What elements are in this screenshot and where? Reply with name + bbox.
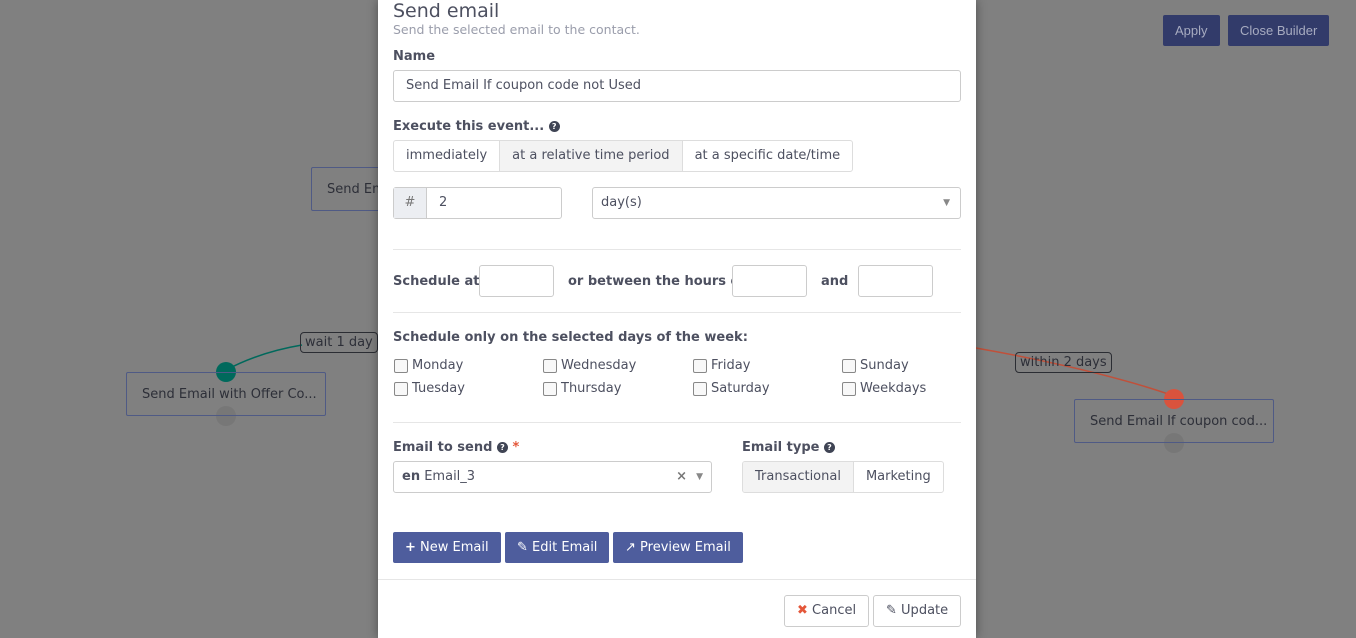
help-icon[interactable]: ? <box>548 121 560 132</box>
edge-label[interactable]: wait 1 day <box>300 332 378 353</box>
option-specific-date[interactable]: at a specific date/time <box>683 141 853 171</box>
canvas-node[interactable]: Send Email If coupon cod... <box>1074 399 1274 443</box>
option-relative[interactable]: at a relative time period <box>500 141 683 171</box>
required-marker: * <box>512 440 520 455</box>
email-type-label: Email type ? <box>742 440 835 455</box>
day-friday[interactable]: Friday <box>693 358 750 373</box>
day-wednesday[interactable]: Wednesday <box>543 358 636 373</box>
canvas-node[interactable]: Send Email with Offer Co... <box>126 372 326 416</box>
and-label: and <box>821 274 849 289</box>
interval-unit-select[interactable]: day(s) ▼ <box>592 187 961 219</box>
close-builder-button[interactable]: Close Builder <box>1228 15 1330 46</box>
type-transactional[interactable]: Transactional <box>743 462 854 492</box>
execute-segment: immediately at a relative time period at… <box>393 140 854 172</box>
interval-input[interactable]: # 2 <box>393 187 562 219</box>
hash-addon: # <box>394 188 427 218</box>
external-link-icon: ↗ <box>625 540 636 555</box>
between-hours-label: or between the hours of <box>568 274 746 289</box>
days-label: Schedule only on the selected days of th… <box>393 330 748 345</box>
day-thursday[interactable]: Thursday <box>543 381 621 396</box>
plus-icon: + <box>405 540 416 555</box>
edit-icon: ✎ <box>517 540 528 555</box>
modal-title: Send email <box>393 0 500 22</box>
option-immediately[interactable]: immediately <box>394 141 501 171</box>
day-weekdays[interactable]: Weekdays <box>842 381 926 396</box>
type-marketing[interactable]: Marketing <box>854 462 943 492</box>
day-saturday[interactable]: Saturday <box>693 381 770 396</box>
execute-label: Execute this event... ? <box>393 119 961 134</box>
email-type-segment: Transactional Marketing <box>742 461 944 493</box>
interval-value[interactable]: 2 <box>427 188 447 218</box>
cancel-icon: ✖ <box>797 603 808 618</box>
caret-down-icon: ▼ <box>696 472 703 482</box>
update-button[interactable]: ✎ Update <box>873 595 962 627</box>
edge-label[interactable]: within 2 days <box>1015 352 1112 373</box>
email-to-send-label: Email to send ? * <box>393 440 520 455</box>
hour-end-input[interactable] <box>858 265 933 297</box>
day-tuesday[interactable]: Tuesday <box>394 381 465 396</box>
clear-icon[interactable]: × <box>676 462 687 492</box>
modal-subtitle: Send the selected email to the contact. <box>393 22 640 37</box>
preview-email-button[interactable]: ↗ Preview Email <box>613 532 743 563</box>
name-input[interactable]: Send Email If coupon code not Used <box>393 70 961 102</box>
email-select[interactable]: en Email_3 × ▼ <box>393 461 712 493</box>
send-email-modal: Send email Send the selected email to th… <box>378 0 976 638</box>
name-label: Name <box>393 49 436 64</box>
schedule-at-label: Schedule at <box>393 274 480 289</box>
day-sunday[interactable]: Sunday <box>842 358 909 373</box>
hour-start-input[interactable] <box>732 265 807 297</box>
new-email-button[interactable]: + New Email <box>393 532 501 563</box>
help-icon[interactable]: ? <box>823 442 835 453</box>
unit-value: day(s) <box>601 195 642 210</box>
pencil-icon: ✎ <box>886 603 897 618</box>
cancel-button[interactable]: ✖ Cancel <box>784 595 870 627</box>
help-icon[interactable]: ? <box>496 442 508 453</box>
apply-button[interactable]: Apply <box>1163 15 1220 46</box>
email-value: Email_3 <box>424 469 476 484</box>
caret-down-icon: ▼ <box>943 198 950 208</box>
edit-email-button[interactable]: ✎ Edit Email <box>505 532 610 563</box>
day-monday[interactable]: Monday <box>394 358 463 373</box>
email-lang: en <box>402 469 421 484</box>
schedule-at-input[interactable] <box>479 265 554 297</box>
execute-label-text: Execute this event... <box>393 119 545 134</box>
